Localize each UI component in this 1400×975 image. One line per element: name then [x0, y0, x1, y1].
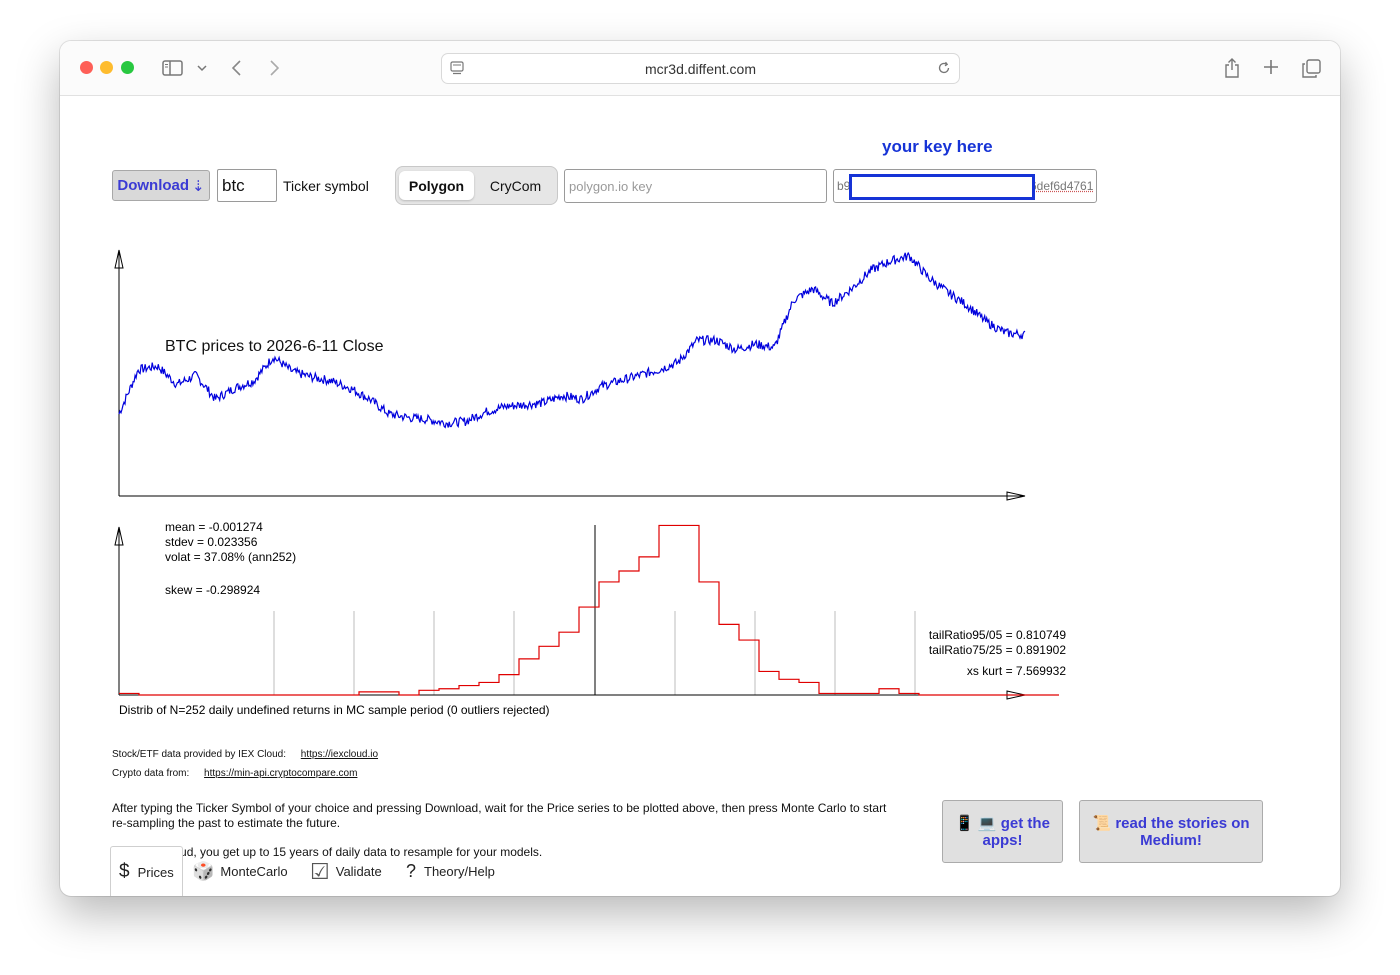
- instructions-text: After typing the Ticker Symbol of your c…: [112, 801, 886, 831]
- stat-tail-ratio-95: tailRatio95/05 = 0.810749: [929, 628, 1066, 642]
- iex-credit-label: Stock/ETF data provided by IEX Cloud:: [112, 749, 286, 760]
- new-tab-icon[interactable]: [1261, 57, 1281, 77]
- question-icon: ?: [406, 861, 417, 881]
- address-bar[interactable]: mcr3d.diffent.com: [441, 53, 960, 84]
- iex-link[interactable]: https://iexcloud.io: [301, 749, 378, 760]
- stat-skew: skew = -0.298924: [165, 583, 260, 597]
- medium-line-1: read the stories on: [1115, 815, 1250, 832]
- tab-montecarlo[interactable]: 🎲 MonteCarlo: [192, 846, 297, 896]
- stat-stdev: stdev = 0.023356: [165, 535, 258, 549]
- medium-line-2: Medium!: [1140, 832, 1202, 849]
- crypto-credit: Crypto data from: https://min-api.crypto…: [112, 768, 357, 779]
- distribution-caption: Distrib of N=252 daily undefined returns…: [119, 703, 550, 717]
- back-icon[interactable]: [229, 58, 243, 78]
- stat-xs-kurt: xs kurt = 7.569932: [967, 664, 1066, 678]
- browser-window: mcr3d.diffent.com your key here Download…: [60, 41, 1340, 896]
- stat-mean: mean = -0.001274: [165, 521, 263, 534]
- get-apps-button[interactable]: 📱 💻 get the apps!: [942, 800, 1063, 863]
- page-content: your key here Download ⇣ btc Ticker symb…: [60, 96, 1340, 896]
- reload-icon[interactable]: [936, 60, 952, 76]
- device-icons: 📱 💻: [955, 815, 997, 832]
- tab-theory-help-label: Theory/Help: [424, 864, 495, 879]
- cryptocompare-link[interactable]: https://min-api.cryptocompare.com: [204, 768, 357, 779]
- browser-toolbar: mcr3d.diffent.com: [60, 41, 1340, 96]
- sidebar-icon[interactable]: [161, 58, 183, 78]
- tab-overview-icon[interactable]: [1300, 57, 1322, 79]
- iex-credit: Stock/ETF data provided by IEX Cloud: ht…: [112, 749, 378, 760]
- tab-validate-label: Validate: [335, 864, 382, 879]
- tab-prices-label: Prices: [137, 864, 174, 880]
- share-icon[interactable]: [1222, 56, 1242, 80]
- tab-montecarlo-label: MonteCarlo: [220, 864, 288, 879]
- dollar-icon: $: [119, 861, 130, 882]
- stat-volat: volat = 37.08% (ann252): [165, 550, 296, 564]
- crypto-credit-label: Crypto data from:: [112, 768, 190, 779]
- key-value-suffix: 6def6d4761: [1030, 179, 1094, 193]
- close-window-button[interactable]: [80, 61, 93, 74]
- minimize-window-button[interactable]: [100, 61, 113, 74]
- download-button[interactable]: Download ⇣: [112, 170, 210, 201]
- source-polygon-button[interactable]: Polygon: [399, 171, 474, 200]
- stat-tail-ratio-75: tailRatio75/25 = 0.891902: [929, 643, 1066, 657]
- chevron-down-icon[interactable]: [196, 61, 208, 75]
- get-apps-line-1: get the: [1000, 815, 1050, 832]
- scroll-icon: 📜: [1092, 815, 1112, 832]
- dice-icon: 🎲: [192, 861, 215, 881]
- ticker-input[interactable]: btc: [217, 169, 277, 202]
- medium-stories-button[interactable]: 📜 read the stories on Medium!: [1079, 800, 1263, 863]
- instructions-line-2: re-sampling the past to estimate the fut…: [112, 816, 341, 830]
- get-apps-line-2: apps!: [982, 832, 1023, 849]
- distribution-chart: mean = -0.001274 stdev = 0.023356 volat …: [114, 521, 1066, 717]
- polygon-key-input[interactable]: polygon.io key: [564, 169, 827, 203]
- ticker-label: Ticker symbol: [283, 178, 369, 194]
- api-key-value-field[interactable]: b9 6def6d4761: [833, 169, 1097, 203]
- data-source-toggle: Polygon CryCom: [395, 166, 558, 205]
- instructions-line-1: After typing the Ticker Symbol of your c…: [112, 801, 887, 815]
- tab-prices[interactable]: $ Prices: [110, 846, 183, 896]
- maximize-window-button[interactable]: [121, 61, 134, 74]
- tab-validate[interactable]: ☑ Validate: [310, 846, 390, 896]
- price-chart: BTC prices to 2026-6-11 Close: [114, 249, 1026, 501]
- download-arrow-icon: ⇣: [192, 177, 205, 195]
- price-chart-title: BTC prices to 2026-6-11 Close: [165, 338, 384, 355]
- download-label: Download: [117, 177, 190, 194]
- forward-icon[interactable]: [267, 58, 281, 78]
- checkbox-icon: ☑: [310, 858, 330, 884]
- source-crycom-button[interactable]: CryCom: [478, 171, 553, 200]
- key-annotation: your key here: [882, 137, 993, 156]
- tab-theory-help[interactable]: ? Theory/Help: [406, 846, 506, 896]
- key-redaction-box: [849, 174, 1035, 200]
- url-text: mcr3d.diffent.com: [644, 61, 756, 77]
